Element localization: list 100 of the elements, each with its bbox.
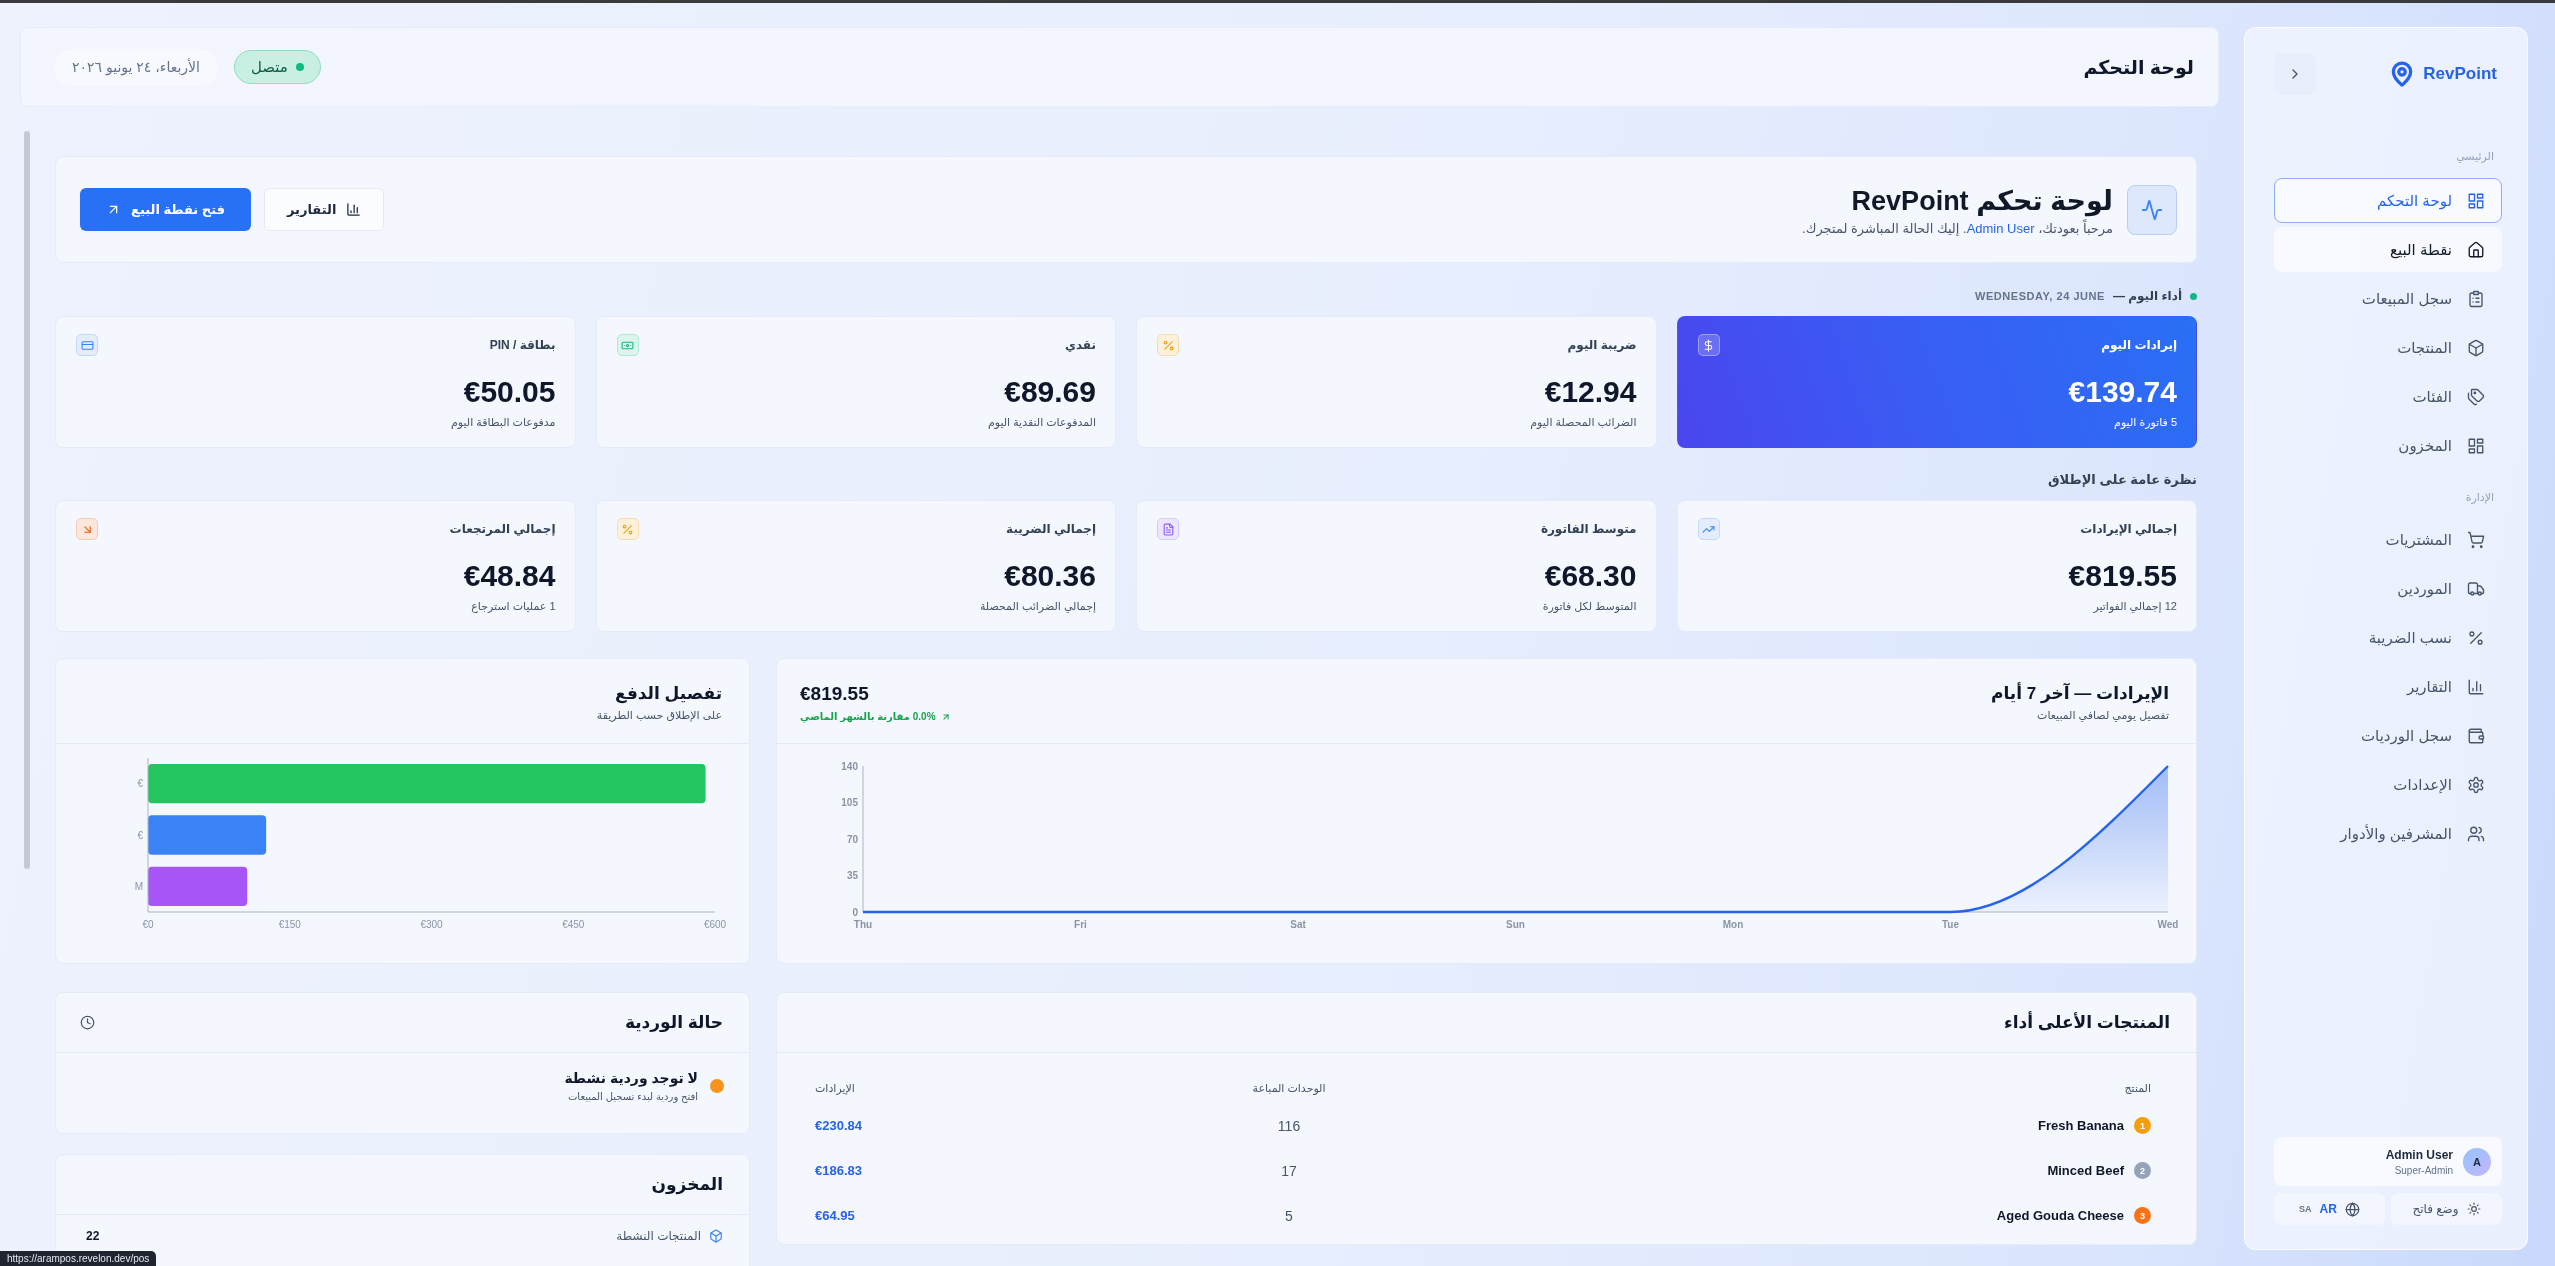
chart-subtitle: تفصيل يومي لصافي المبيعات: [2036, 709, 2169, 722]
percent-icon: [2467, 628, 2485, 647]
card-title: المنتجات الأعلى أداء: [2004, 1012, 2170, 1033]
dollar-icon: [1697, 334, 1720, 356]
stat-note: 5 فاتورة اليوم: [2113, 415, 2177, 429]
user-name: Admin User: [2385, 1147, 2453, 1162]
revenue-total: €819.55: [800, 683, 869, 705]
nav-item[interactable]: سجل المبيعات: [2274, 276, 2502, 321]
y-tick-label: 140: [841, 760, 858, 772]
stat-label: بطاقة / PIN: [489, 338, 556, 352]
product-name: Minced Beef: [2047, 1163, 2124, 1178]
shift-hint: افتح وردية لبدء تسجيل المبيعات: [566, 1091, 698, 1102]
x-tick-label: Tue: [1942, 919, 1959, 930]
nav-item[interactable]: المنتجات: [2274, 325, 2502, 370]
x-tick-label: €300: [420, 919, 443, 930]
house-icon: [2467, 240, 2485, 259]
scrollbar[interactable]: [24, 131, 30, 869]
tags-icon: [2467, 387, 2485, 406]
language-button[interactable]: SA AR: [2274, 1193, 2385, 1225]
document-icon: [1157, 518, 1179, 540]
inventory-value: 22: [86, 1229, 100, 1243]
stat-label: إجمالي المرتجعات: [449, 522, 556, 536]
nav-item[interactable]: المشتريات: [2274, 517, 2502, 562]
theme-toggle-button[interactable]: وضع فاتح: [2391, 1193, 2502, 1225]
rank-badge: 2: [2134, 1162, 2151, 1179]
stat-label: ضريبة اليوم: [1567, 338, 1637, 352]
nav-section-label: الإدارة: [2464, 490, 2494, 504]
units-cell-text: 116: [1276, 1117, 1302, 1134]
column-header: المنتج: [2123, 1081, 2151, 1095]
open-pos-button[interactable]: فتح نقطة البيع: [80, 188, 252, 231]
chart-subtitle: على الإطلاق حسب الطريقة: [596, 709, 722, 722]
nav-section-label: الرئيسي: [2455, 149, 2494, 163]
nav-item[interactable]: نسب الضريبة: [2274, 615, 2502, 660]
section-title: نظرة عامة على الإطلاق: [2047, 472, 2197, 488]
stat-value: €80.36: [1003, 558, 1096, 594]
stat-value: €12.94: [1543, 374, 1637, 410]
arrow-down-right-icon: [76, 518, 98, 540]
x-tick-label: Mon: [1722, 919, 1744, 930]
nav-item[interactable]: الفئات: [2274, 374, 2502, 419]
product-name: Fresh Banana: [2038, 1118, 2124, 1133]
box-icon: [709, 1229, 723, 1243]
trending-up-icon: [1697, 518, 1720, 540]
x-tick-label: Fri: [1074, 919, 1087, 930]
wallet-icon: [2467, 726, 2485, 745]
stat-value: €50.05: [462, 374, 556, 410]
rank-badge: 1: [2134, 1117, 2151, 1134]
credit-card-icon: [76, 334, 98, 356]
y-tick-label: 0: [852, 906, 858, 918]
settings-icon: [2467, 775, 2485, 794]
stat-note: إجمالي الضرائب المحصلة: [978, 599, 1096, 613]
stat-value: €89.69: [1003, 374, 1096, 410]
stat-note: 1 عمليات استرجاع: [470, 599, 556, 613]
stat-value: €139.74: [2067, 374, 2177, 410]
dashboard-title: لوحة تحكم RevPoint: [1850, 184, 2113, 218]
stat-label: متوسط الفاتورة: [1540, 522, 1637, 536]
x-tick-label: Thu: [853, 919, 873, 930]
revenue-cell-text: €230.84: [815, 1118, 863, 1133]
status-dot-icon: [295, 63, 304, 71]
stat-label: نقدي: [1064, 338, 1096, 352]
brand-name: RevPoint: [2423, 64, 2497, 84]
globe-icon: [2344, 1201, 2360, 1217]
nav-item[interactable]: التقارير: [2274, 664, 2502, 709]
y-tick-label: 70: [846, 833, 858, 845]
y-tick-label: 35: [846, 870, 858, 881]
clipboard-icon: [2467, 289, 2485, 308]
pulse-icon: [2127, 184, 2177, 235]
nav-item[interactable]: سجل الورديات: [2274, 713, 2502, 758]
sun-icon: [2466, 1202, 2481, 1216]
revenue-cell-text: €186.83: [815, 1163, 863, 1178]
nav-item[interactable]: الإعدادات: [2274, 762, 2502, 807]
live-dot-icon: [2190, 292, 2197, 300]
stat-value: €48.84: [462, 558, 556, 594]
nav-item[interactable]: نقطة البيع: [2274, 227, 2502, 272]
stat-value: €819.55: [2067, 558, 2177, 594]
stat-label: إجمالي الإيرادات: [2080, 522, 2177, 536]
stat-note: 12 إجمالي الفواتير: [2092, 599, 2177, 613]
nav-item[interactable]: المشرفين والأدوار: [2274, 811, 2502, 856]
stat-note: المدفوعات النقدية اليوم: [986, 415, 1096, 429]
x-tick-label: €150: [278, 919, 301, 930]
user-role: Super-Admin: [2393, 1164, 2453, 1176]
product-name: Aged Gouda Cheese: [1996, 1208, 2124, 1223]
card-title: حالة الوردية: [624, 1012, 723, 1033]
grid-icon: [2467, 436, 2485, 455]
nav-item[interactable]: الموردين: [2274, 566, 2502, 611]
date-text: WEDNESDAY, 24 JUNE: [1975, 290, 2105, 302]
chart-title: تفصيل الدفع: [614, 683, 722, 705]
stat-note: الضرائب المحصلة اليوم: [1529, 415, 1637, 429]
reports-button[interactable]: التقارير: [264, 188, 385, 231]
user-card[interactable]: A Admin User Super-Admin: [2274, 1137, 2502, 1186]
status-dot-icon: [710, 1079, 724, 1093]
percent-icon: [616, 518, 639, 540]
chart-title: الإيرادات — آخر 7 أيام: [1991, 683, 2169, 705]
stat-value: €68.30: [1543, 558, 1637, 594]
nav-item[interactable]: لوحة التحكم: [2274, 178, 2502, 223]
grid-icon: [2467, 191, 2485, 210]
trend-arrow-icon: [940, 711, 951, 722]
nav-item[interactable]: المخزون: [2274, 423, 2502, 468]
collapse-button[interactable]: [2274, 53, 2316, 95]
box-icon: [2467, 338, 2485, 357]
bar-chart-icon: [346, 202, 362, 217]
